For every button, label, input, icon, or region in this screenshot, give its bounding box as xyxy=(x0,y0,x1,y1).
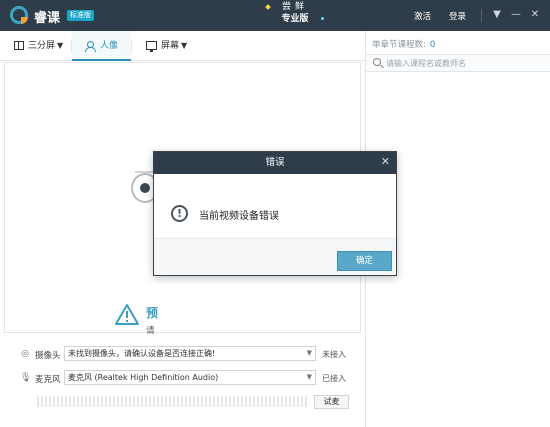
tab-label: 人像 xyxy=(100,41,119,51)
preview-alert-title: 预 xyxy=(146,306,159,320)
tab-label: 三分屏 xyxy=(28,41,56,51)
camera-label: 摄像头 xyxy=(35,351,61,361)
monitor-icon xyxy=(146,41,157,52)
promo-line1: 尝鲜 xyxy=(281,2,308,12)
camera-row: ◎ 摄像头 未找到摄像头，请确认设备是否连接正确! ▼ 未接入 xyxy=(0,346,365,362)
mode-tabs: 三分屏 ▼ 人像 屏幕 ▼ xyxy=(0,31,365,61)
app-name: 睿课 xyxy=(34,11,61,26)
chevron-down-icon: ▼ xyxy=(57,41,64,50)
chevron-down-icon: ▼ xyxy=(306,349,312,357)
dialog-header: 错误 ✕ xyxy=(154,152,396,174)
try-pro-banner[interactable]: 尝鲜 专业版 xyxy=(270,1,324,29)
test-mic-button[interactable]: 试麦 xyxy=(314,395,349,409)
ok-button[interactable]: 确定 xyxy=(337,251,392,271)
camera-icon: ◎ xyxy=(21,349,29,359)
tab-three-split[interactable]: 三分屏 ▼ xyxy=(14,31,63,61)
tab-portrait[interactable]: 人像 xyxy=(72,31,131,61)
menu-dropdown-icon[interactable]: ▼ xyxy=(491,8,503,22)
microphone-icon: 🎙 xyxy=(20,373,32,383)
dialog-title: 错误 xyxy=(265,157,285,168)
person-icon xyxy=(85,40,96,52)
preview-alert-subtitle: 请 xyxy=(146,326,155,336)
error-icon: ! xyxy=(171,205,188,222)
camera-select-value: 未找到摄像头，请确认设备是否连接正确! xyxy=(68,349,216,358)
tab-screen[interactable]: 屏幕 ▼ xyxy=(146,31,187,61)
microphone-select[interactable]: 麦克风 (Realtek High Definition Audio) ▼ xyxy=(64,370,316,385)
dialog-message: 当前视频设备错误 xyxy=(199,211,279,222)
microphone-status: 已接入 xyxy=(322,374,346,383)
search-icon xyxy=(373,58,381,66)
title-bar: 睿课 标准版 尝鲜 专业版 激活 登录 ▼ — ✕ xyxy=(0,0,550,31)
minimize-icon[interactable]: — xyxy=(510,8,522,22)
mic-level-meter xyxy=(37,396,307,407)
tab-label: 屏幕 xyxy=(161,41,180,51)
tab-divider xyxy=(131,39,132,53)
search-input[interactable] xyxy=(386,57,546,70)
edition-badge: 标准版 xyxy=(67,10,94,21)
promo-line2: 专业版 xyxy=(281,14,309,24)
microphone-select-value: 麦克风 (Realtek High Definition Audio) xyxy=(68,373,219,382)
titlebar-divider xyxy=(481,9,482,22)
course-count-value: 0 xyxy=(429,40,436,50)
chevron-down-icon: ▼ xyxy=(181,41,188,50)
split-screen-icon xyxy=(14,41,24,50)
camera-select[interactable]: 未找到摄像头，请确认设备是否连接正确! ▼ xyxy=(64,346,316,361)
camera-status: 未接入 xyxy=(322,350,346,359)
login-link[interactable]: 登录 xyxy=(449,10,466,22)
warning-icon xyxy=(115,304,139,325)
app-logo-icon xyxy=(10,6,28,24)
course-search xyxy=(366,54,550,72)
activate-link[interactable]: 激活 xyxy=(414,10,431,22)
chevron-down-icon: ▼ xyxy=(306,373,312,381)
error-dialog: 错误 ✕ ! 当前视频设备错误 确定 xyxy=(153,151,397,276)
course-count-label: 单章节课程数: xyxy=(372,40,426,50)
microphone-row: 🎙 麦克风 麦克风 (Realtek High Definition Audio… xyxy=(0,370,365,386)
close-icon[interactable]: ✕ xyxy=(529,8,541,22)
close-icon[interactable]: ✕ xyxy=(381,152,390,172)
course-count-header: 单章节课程数: 0 xyxy=(372,38,435,50)
microphone-label: 麦克风 xyxy=(35,375,61,385)
